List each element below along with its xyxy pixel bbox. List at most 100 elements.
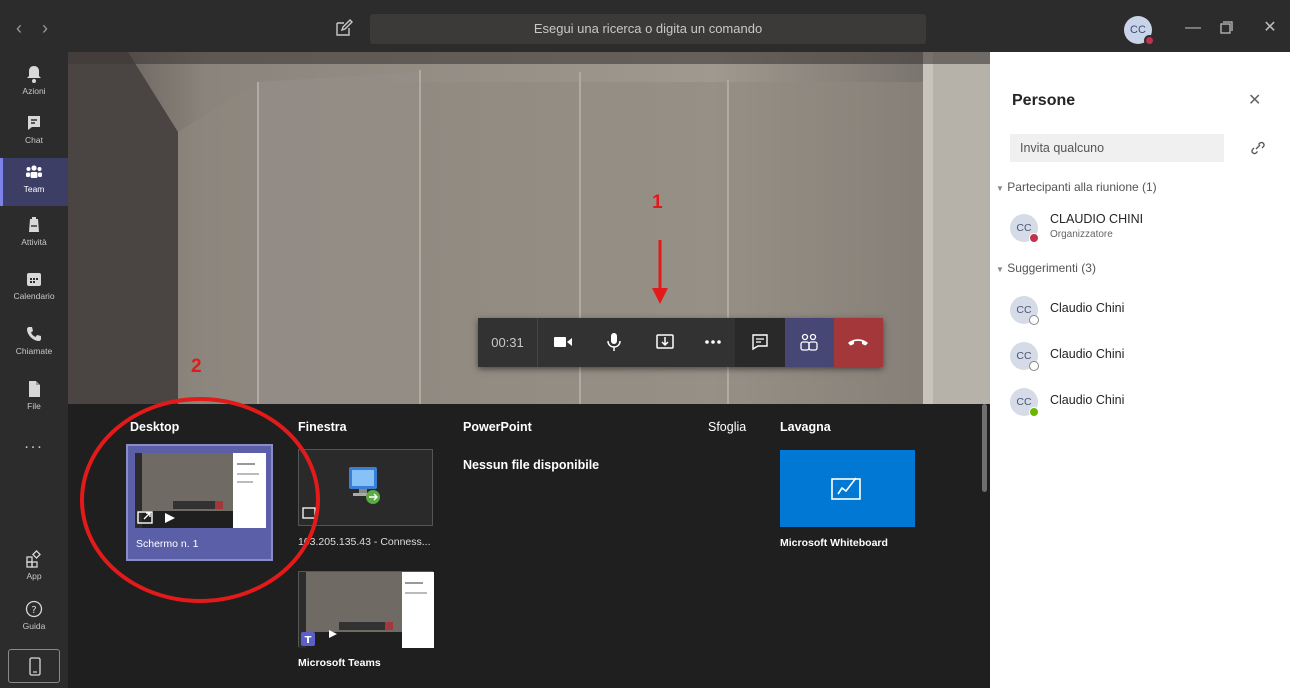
link-icon[interactable] xyxy=(1250,140,1266,156)
offline-status-icon xyxy=(1029,361,1039,371)
show-chat-button[interactable] xyxy=(735,318,785,367)
tray-scrollbar[interactable] xyxy=(982,404,987,492)
rail-label: Attività xyxy=(21,237,47,247)
offline-status-icon xyxy=(1029,315,1039,325)
participant-role: Organizzatore xyxy=(1050,229,1113,240)
avatar: CC xyxy=(1010,214,1039,243)
rail-label: Chiamate xyxy=(15,346,53,356)
svg-text:T: T xyxy=(305,635,312,646)
suggestion-item[interactable]: CC Claudio Chini xyxy=(1010,294,1270,330)
call-timer: 00:31 xyxy=(478,318,538,367)
whiteboard-icon xyxy=(831,477,861,500)
rail-item-attivita[interactable]: Attività xyxy=(0,211,68,259)
chevron-down-icon: ▼ xyxy=(996,265,1004,274)
maximize-icon[interactable] xyxy=(1215,17,1237,39)
ellipsis-icon xyxy=(705,340,721,344)
window-option-label: 103.205.135.43 - Conness... xyxy=(298,536,431,548)
rail-item-chat[interactable]: Chat xyxy=(0,109,68,157)
rail-label: Azioni xyxy=(22,86,46,96)
svg-text:?: ? xyxy=(31,605,36,616)
rail-label: Chat xyxy=(25,135,43,145)
participant-name: CLAUDIO CHINI xyxy=(1050,212,1144,226)
camera-button[interactable] xyxy=(544,318,580,367)
avatar: CC xyxy=(1010,342,1039,371)
more-actions-button[interactable] xyxy=(694,318,730,367)
help-icon: ? xyxy=(25,600,43,618)
rail-label: Calendario xyxy=(13,291,55,301)
suggestion-item[interactable]: CC Claudio Chini xyxy=(1010,386,1270,422)
microphone-button[interactable] xyxy=(595,318,631,367)
annotation-circle xyxy=(80,397,320,603)
annotation-arrow-down-icon xyxy=(652,240,668,304)
avatar: CC xyxy=(1010,388,1039,417)
phone-device-icon xyxy=(29,657,41,676)
window-option-teams[interactable]: T xyxy=(298,571,434,648)
rail-label: Guida xyxy=(22,621,46,631)
participants-section-header[interactable]: ▼ Partecipanti alla riunione (1) xyxy=(996,180,1157,194)
rail-item-file[interactable]: File xyxy=(0,375,68,423)
mobile-device-button[interactable] xyxy=(8,649,60,683)
close-window-icon[interactable]: ✕ xyxy=(1259,17,1281,39)
participants-icon xyxy=(800,333,818,351)
avatar-initials: CC xyxy=(1016,222,1032,234)
search-input[interactable]: Esegui una ricerca o digita un comando xyxy=(370,14,926,44)
video-camera-icon xyxy=(554,337,572,347)
busy-status-icon xyxy=(1029,233,1039,243)
minimize-icon[interactable]: — xyxy=(1182,17,1204,39)
rail-item-guida[interactable]: ? Guida xyxy=(0,595,68,643)
avatar-initials: CC xyxy=(1130,24,1146,36)
apps-icon xyxy=(26,550,41,568)
rail-label: App xyxy=(26,571,42,581)
assignments-icon xyxy=(29,217,39,232)
hang-up-button[interactable] xyxy=(834,318,883,367)
microphone-icon xyxy=(607,333,621,351)
rail-item-chiamate[interactable]: Chiamate xyxy=(0,320,68,368)
browse-link[interactable]: Sfoglia xyxy=(708,420,746,434)
whiteboard-option[interactable] xyxy=(780,450,915,527)
close-icon[interactable]: ✕ xyxy=(1248,90,1261,110)
category-window: Finestra xyxy=(298,420,347,434)
suggestions-section-header[interactable]: ▼ Suggerimenti (3) xyxy=(996,261,1096,275)
rail-label: Team xyxy=(23,184,45,194)
suggestion-item[interactable]: CC Claudio Chini xyxy=(1010,340,1270,376)
rail-label: File xyxy=(27,401,41,411)
invite-input[interactable]: Invita qualcuno xyxy=(1010,134,1224,162)
app-bar: Azioni Chat Team Attività Calendario Chi… xyxy=(0,57,68,688)
available-status-icon xyxy=(1029,407,1039,417)
avatar-initials: CC xyxy=(1016,396,1032,408)
rail-item-calendario[interactable]: Calendario xyxy=(0,265,68,313)
call-controls: 00:31 xyxy=(478,318,883,367)
suggestion-name: Claudio Chini xyxy=(1050,347,1125,361)
section-label: Partecipanti alla riunione (1) xyxy=(1007,180,1157,194)
rail-item-team[interactable]: Team xyxy=(0,158,68,206)
conversation-icon xyxy=(752,334,768,351)
rail-item-app[interactable]: App xyxy=(0,545,68,593)
category-powerpoint: PowerPoint xyxy=(463,420,532,434)
compose-icon[interactable] xyxy=(333,17,355,39)
panel-title: Persone xyxy=(1012,92,1076,109)
back-arrow-icon[interactable]: ‹ xyxy=(16,18,22,39)
section-label: Suggerimenti (3) xyxy=(1007,261,1096,275)
category-whiteboard: Lavagna xyxy=(780,420,831,434)
busy-status-icon xyxy=(1144,35,1155,46)
participant-item[interactable]: CC CLAUDIO CHINI Organizzatore xyxy=(1010,212,1270,248)
show-participants-button[interactable] xyxy=(785,318,834,367)
avatar[interactable]: CC xyxy=(1124,16,1155,46)
avatar: CC xyxy=(1010,296,1039,325)
teams-window-label: Microsoft Teams xyxy=(298,657,381,669)
suggestion-name: Claudio Chini xyxy=(1050,301,1125,315)
avatar-initials: CC xyxy=(1016,350,1032,362)
file-icon xyxy=(29,381,40,397)
hang-up-icon xyxy=(848,339,868,346)
calendar-icon xyxy=(27,273,41,286)
share-screen-button[interactable] xyxy=(646,318,682,367)
people-panel: Persone ✕ Invita qualcuno ▼ Partecipanti… xyxy=(990,52,1290,688)
avatar-initials: CC xyxy=(1016,304,1032,316)
rail-item-azioni[interactable]: Azioni xyxy=(0,60,68,108)
bell-icon xyxy=(27,66,41,83)
more-apps-icon[interactable]: ... xyxy=(0,435,68,453)
no-files-message: Nessun file disponibile xyxy=(463,458,600,472)
chat-icon xyxy=(28,116,40,130)
teams-window: ‹ › Esegui una ricerca o digita un coman… xyxy=(0,0,1290,688)
forward-arrow-icon[interactable]: › xyxy=(42,18,48,39)
